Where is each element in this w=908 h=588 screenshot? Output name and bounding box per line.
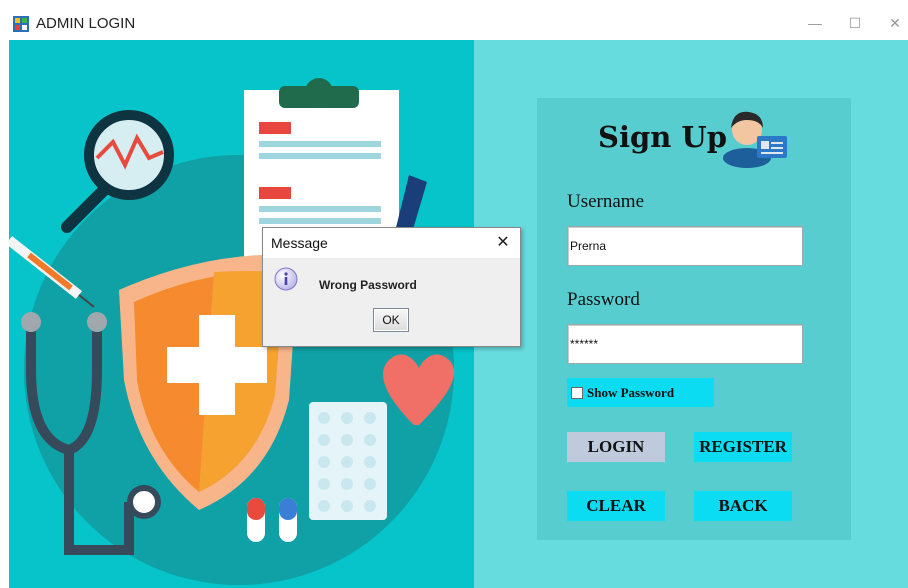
- maximize-button[interactable]: ☐: [835, 8, 875, 38]
- show-password-checkbox[interactable]: [571, 387, 583, 399]
- signup-title: Sign Up: [598, 120, 727, 154]
- app-icon: [13, 16, 29, 32]
- dialog-close-button[interactable]: ✕: [491, 231, 515, 255]
- window-title: ADMIN LOGIN: [36, 15, 136, 32]
- back-button[interactable]: BACK: [694, 491, 792, 521]
- clear-button[interactable]: CLEAR: [567, 491, 665, 521]
- dialog-title-bar[interactable]: Message ✕: [263, 228, 520, 258]
- ok-button[interactable]: OK: [373, 308, 409, 332]
- username-label: Username: [567, 191, 645, 212]
- username-field[interactable]: Prerna: [567, 226, 803, 266]
- show-password-toggle[interactable]: Show Password: [567, 378, 714, 407]
- dialog-message: Wrong Password: [319, 278, 417, 292]
- app-window: ADMIN LOGIN — ☐ ✕ Sign Up Username Prern…: [0, 0, 908, 588]
- login-button[interactable]: LOGIN: [567, 432, 665, 462]
- minimize-button[interactable]: —: [795, 8, 835, 38]
- message-dialog: Message ✕ Wrong Password OK: [262, 227, 521, 347]
- user-card-icon: [723, 111, 787, 168]
- password-label: Password: [567, 289, 640, 310]
- title-bar[interactable]: ADMIN LOGIN — ☐ ✕: [0, 0, 908, 40]
- signup-panel: Sign Up Username Prerna Password ****** …: [537, 98, 851, 540]
- info-icon: [274, 267, 298, 291]
- show-password-label: Show Password: [587, 385, 675, 400]
- register-button[interactable]: REGISTER: [694, 432, 792, 462]
- dialog-title: Message: [271, 235, 328, 251]
- password-field[interactable]: ******: [567, 324, 803, 364]
- close-button[interactable]: ✕: [875, 8, 908, 38]
